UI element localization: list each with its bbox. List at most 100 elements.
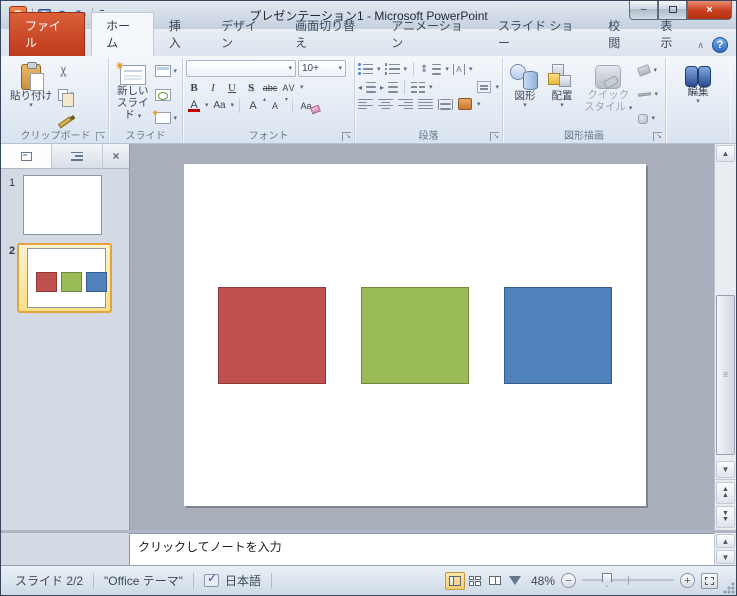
slide-sorter-view-button[interactable] [465, 572, 485, 590]
tab-slides-thumbnails[interactable] [1, 144, 52, 168]
distribute-button[interactable] [438, 98, 453, 110]
reading-view-button[interactable] [485, 572, 505, 590]
tab-home[interactable]: ホーム [91, 12, 154, 56]
resize-grip[interactable] [722, 581, 735, 594]
help-button[interactable]: ? [712, 37, 728, 53]
numbering-icon[interactable] [385, 64, 400, 75]
increase-font-size-button[interactable]: A [245, 96, 266, 113]
font-name-combo[interactable]: ▾ [186, 60, 296, 77]
tab-insert[interactable]: 挿入 [154, 12, 206, 56]
slide-2-preview[interactable] [27, 248, 107, 308]
previous-slide-button[interactable]: ▲ ▲ [716, 482, 735, 504]
align-left-button[interactable] [358, 98, 373, 110]
align-text-icon[interactable] [477, 81, 492, 93]
quick-styles-button[interactable]: クイック スタイル ▾ [580, 60, 636, 129]
format-painter-button[interactable] [57, 110, 74, 129]
shape-effects-button[interactable]: ▾ [638, 111, 658, 126]
scrollbar-thumb[interactable] [716, 295, 735, 455]
section-button[interactable]: ▾ [151, 108, 177, 126]
editing-button[interactable]: 編集 ▾ [681, 60, 715, 129]
arrange-button[interactable]: 配置 ▾ [544, 60, 580, 129]
scroll-down-button[interactable]: ▼ [716, 461, 735, 478]
bold-button[interactable]: B [186, 80, 202, 95]
tab-file[interactable]: ファイル [9, 12, 86, 56]
columns-icon[interactable] [411, 81, 426, 93]
blue-square-shape[interactable] [504, 287, 612, 384]
zoom-in-button[interactable]: + [680, 573, 695, 588]
slide-1-preview[interactable] [23, 175, 102, 235]
tab-slideshow[interactable]: スライド ショー [483, 12, 593, 56]
tab-view[interactable]: 表示 [645, 12, 697, 56]
align-center-button[interactable] [378, 98, 393, 110]
view-shortcuts [444, 571, 525, 590]
scrollbar-track[interactable] [716, 163, 735, 460]
zoom-slider-handle[interactable] [602, 573, 612, 587]
powerpoint-window: P ↶▾ ↻ ▾ プレゼンテーション1 - Microsoft PowerPoi… [0, 0, 737, 596]
notes-pane[interactable]: クリックしてノートを入力 [130, 533, 714, 565]
theme-indicator[interactable]: "Office テーマ" [94, 572, 193, 589]
new-slide-button[interactable]: ✷ 新しい スライド ▾ [112, 59, 153, 129]
change-case-button[interactable]: Aa [212, 98, 228, 113]
zoom-slider[interactable] [582, 573, 674, 587]
clear-formatting-button[interactable]: Aa [298, 98, 314, 113]
group-label-slides: スライド [125, 131, 166, 142]
convert-smartart-icon[interactable] [458, 98, 472, 110]
zoom-out-button[interactable]: − [561, 573, 576, 588]
ribbon: 貼り付け ▾ ✂ ▾ クリップボード ↘ ✷ 新しい スライド ▾ ▾ ▾ [1, 56, 736, 144]
slide-thumbnail-1[interactable]: 1 [1, 175, 129, 235]
tab-animations[interactable]: アニメーション [376, 12, 483, 56]
section-icon [151, 108, 172, 124]
clipboard-dialog-launcher[interactable]: ↘ [96, 132, 105, 141]
tab-outline[interactable] [52, 144, 103, 168]
shape-fill-button[interactable]: ▾ [637, 63, 658, 78]
notes-row: クリックしてノートを入力 ▲ ▼ [1, 530, 736, 565]
tab-transitions[interactable]: 画面切り替え [280, 12, 376, 56]
shape-outline-button[interactable]: ▾ [638, 87, 658, 102]
decrease-indent-icon[interactable]: ◂ [358, 83, 362, 92]
zoom-level[interactable]: 48% [531, 574, 555, 588]
slide-thumbnail-2[interactable]: 2 [1, 243, 129, 313]
slide-canvas-area [130, 144, 714, 530]
line-spacing-icon[interactable]: ⇕ [420, 64, 428, 75]
decrease-font-size-button[interactable]: A [267, 96, 288, 113]
slideshow-view-button[interactable] [505, 572, 525, 590]
green-square-shape[interactable] [361, 287, 469, 384]
cut-button[interactable]: ✂ [55, 63, 74, 79]
paste-button[interactable]: 貼り付け ▾ [6, 60, 56, 129]
copy-button[interactable]: ▾ [58, 87, 74, 107]
normal-view-button[interactable] [444, 571, 465, 590]
strikethrough-button[interactable]: abc [262, 80, 278, 95]
reset-button[interactable] [155, 87, 177, 103]
shapes-button[interactable]: 図形 ▾ [506, 60, 544, 129]
slide-indicator[interactable]: スライド 2/2 [5, 572, 93, 589]
increase-indent-icon[interactable]: ▸ [380, 83, 384, 92]
scroll-up-button[interactable]: ▲ [716, 145, 735, 162]
underline-button[interactable]: U [224, 80, 240, 95]
minimize-ribbon-icon[interactable]: ∧ [697, 40, 704, 51]
align-right-button[interactable] [398, 98, 413, 110]
language-indicator[interactable]: 日本語 [194, 571, 271, 589]
bullets-icon[interactable] [358, 64, 373, 75]
red-square-shape[interactable] [218, 287, 326, 384]
paragraph-dialog-launcher[interactable]: ↘ [490, 132, 499, 141]
text-direction-icon[interactable]: A [452, 63, 465, 75]
notes-scroll-up[interactable]: ▲ [716, 534, 735, 548]
font-size-combo[interactable]: 10+ ▾ [298, 60, 346, 77]
italic-button[interactable]: I [205, 80, 221, 95]
slide-canvas[interactable] [184, 164, 646, 506]
fit-to-window-button[interactable] [701, 572, 718, 589]
character-spacing-button[interactable]: AV [281, 80, 297, 95]
text-shadow-button[interactable]: S [243, 80, 259, 95]
tab-design[interactable]: デザイン [206, 12, 280, 56]
layout-button[interactable]: ▾ [155, 63, 177, 79]
vertical-scrollbar: ▲ ▼ ▲▲ ▼▼ [714, 144, 736, 530]
font-dialog-launcher[interactable]: ↘ [342, 132, 351, 141]
tab-review[interactable]: 校閲 [593, 12, 645, 56]
font-color-button[interactable]: A [186, 98, 202, 113]
notes-scroll-down[interactable]: ▼ [716, 550, 735, 564]
drawing-dialog-launcher[interactable]: ↘ [653, 132, 662, 141]
next-slide-button[interactable]: ▼ ▼ [716, 506, 735, 528]
close-panel-button[interactable]: × [103, 144, 129, 168]
justify-button[interactable] [418, 98, 433, 110]
thumb-red-square [36, 272, 57, 292]
